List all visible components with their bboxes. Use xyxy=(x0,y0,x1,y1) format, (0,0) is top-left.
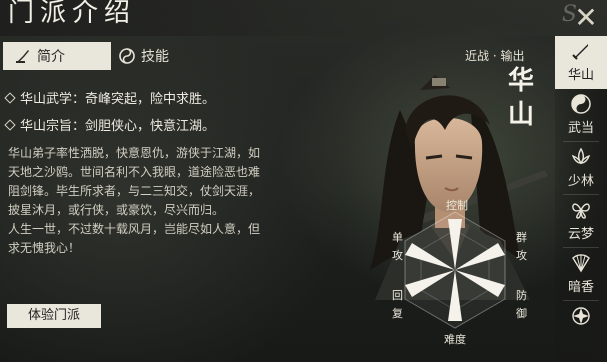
faction-sidebar: 华山 武当 少林 云梦 暗香 xyxy=(555,36,607,362)
radar-label-control: 控制 xyxy=(446,199,468,212)
tenet-item: 华山宗旨：剑胆侠心，快意江湖。 xyxy=(4,115,216,134)
sidebar-item-huashan[interactable]: 华山 xyxy=(555,36,607,89)
butterfly-icon xyxy=(572,203,590,219)
tab-bar: 简介 技能 xyxy=(3,42,203,70)
sidebar-item-label: 武当 xyxy=(567,121,594,136)
combat-role: 近战 · 输出 xyxy=(465,49,525,63)
description-line: 华山弟子率性洒脱，快意恩仇，游侠于江湖，如 xyxy=(8,146,261,160)
tenet-text: 华山宗旨：剑胆侠心，快意江湖。 xyxy=(20,119,216,134)
description-line: 天地之沙鸥。世间名利不入我眼，道途险恶也难 xyxy=(8,165,261,179)
sidebar-item-shaolin[interactable]: 少林 xyxy=(555,142,607,195)
faction-description: 华山弟子率性洒脱，快意恩仇，游侠于江湖，如 天地之沙鸥。世间名利不入我眼，道途险… xyxy=(8,144,293,258)
sidebar-item-label: 少林 xyxy=(567,174,594,189)
swirl-icon xyxy=(119,48,135,64)
radar-label-single-target: 单攻 xyxy=(392,231,403,262)
radar-label-recovery: 回复 xyxy=(392,289,403,320)
tab-intro-label: 简介 xyxy=(37,49,65,65)
sidebar-item-label: 华山 xyxy=(567,68,594,83)
tenet-item: 华山武学：奇峰突起，险中求胜。 xyxy=(4,88,216,107)
faction-name-calligraphy: 华 山 xyxy=(508,64,538,132)
sidebar-item-wudang[interactable]: 武当 xyxy=(555,89,607,142)
tab-skills[interactable]: 技能 xyxy=(107,42,213,70)
faction-tenets: 华山武学：奇峰突起，险中求胜。 华山宗旨：剑胆侠心，快意江湖。 xyxy=(4,88,216,142)
sidebar-item-anxiang[interactable]: 暗香 xyxy=(555,248,607,301)
taiji-icon xyxy=(571,94,591,114)
close-button[interactable]: ✕ xyxy=(571,4,601,34)
description-line: 求无愧我心！ xyxy=(8,241,81,255)
page-title: 门派介绍 xyxy=(8,0,137,28)
diamond-icon xyxy=(4,91,16,104)
faction-name-char: 华 xyxy=(508,66,535,96)
try-faction-button[interactable]: 体验门派 xyxy=(7,304,101,328)
header-bar: 门派介绍 S ✕ xyxy=(0,0,607,36)
emblem-icon xyxy=(572,307,590,325)
attribute-radar: 控制 群攻 防御 难度 回复 单攻 xyxy=(380,195,530,346)
sidebar-item-label: 云梦 xyxy=(567,227,594,242)
tenet-text: 华山武学：奇峰突起，险中求胜。 xyxy=(20,92,216,107)
radar-label-aoe: 群攻 xyxy=(516,231,527,262)
radar-label-difficulty: 难度 xyxy=(444,333,466,346)
tab-skills-label: 技能 xyxy=(141,49,169,65)
faction-name-char: 山 xyxy=(508,100,535,130)
description-line: 人生一世，不过数十载风月，岂能尽如人意，但 xyxy=(8,222,261,236)
description-line: 披星沐月，或行侠，或豪饮，尽兴而归。 xyxy=(8,203,225,217)
sidebar-item-yunmeng[interactable]: 云梦 xyxy=(555,195,607,248)
fan-icon xyxy=(572,254,590,273)
tab-intro[interactable]: 简介 xyxy=(3,42,111,70)
sidebar-item-label: 暗香 xyxy=(567,280,594,295)
sword-icon xyxy=(572,44,588,60)
radar-label-defense: 防御 xyxy=(516,289,527,320)
quill-icon xyxy=(16,50,29,63)
description-line: 阻剑锋。毕生所求者，与二三知交，仗剑天涯， xyxy=(8,184,261,198)
sidebar-item-more[interactable] xyxy=(555,301,607,354)
lotus-icon xyxy=(571,147,591,165)
diamond-icon xyxy=(4,118,16,131)
